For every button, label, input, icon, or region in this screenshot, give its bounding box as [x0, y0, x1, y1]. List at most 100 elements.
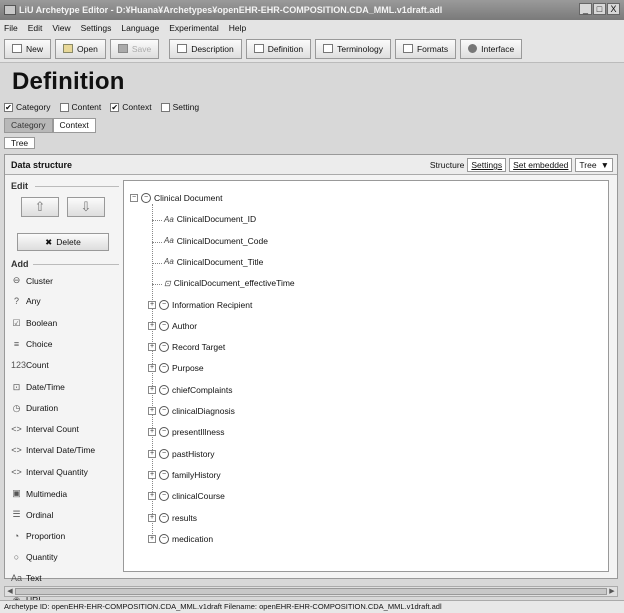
tree-cluster-node[interactable]: + − Author	[148, 320, 197, 331]
menu-experimental[interactable]: Experimental	[169, 23, 219, 33]
add-item-any[interactable]: ? Any	[11, 296, 41, 306]
tree-cluster-node[interactable]: + − familyHistory	[148, 469, 221, 480]
checkbox-setting[interactable]: Setting	[160, 102, 199, 112]
menu-language[interactable]: Language	[121, 23, 159, 33]
add-item-label: Boolean	[26, 318, 58, 329]
add-item-interval-count[interactable]: <> Interval Count	[11, 424, 79, 434]
cluster-icon: −	[159, 320, 169, 331]
add-item-ordinal[interactable]: ☰ Ordinal	[11, 509, 53, 520]
open-button[interactable]: Open	[55, 38, 106, 59]
tree-cluster-node[interactable]: + − pastHistory	[148, 448, 215, 459]
scroll-left-icon[interactable]: ◀	[5, 587, 15, 596]
add-item-label: Interval Date/Time	[26, 445, 96, 456]
tree-cluster-node[interactable]: + − Purpose	[148, 363, 204, 374]
minimize-button[interactable]: _	[579, 3, 592, 15]
close-button[interactable]: X	[607, 3, 620, 15]
add-item-cluster[interactable]: ⊖ Cluster	[11, 275, 53, 286]
view-select[interactable]: Tree ▼	[575, 158, 613, 172]
expand-icon[interactable]: +	[148, 428, 156, 437]
tree-cluster-node[interactable]: + − clinicalCourse	[148, 491, 225, 502]
maximize-button[interactable]: □	[593, 3, 606, 15]
tree-cluster-node[interactable]: + − Information Recipient	[148, 299, 252, 310]
definition-tree: − − Clinical Document Aa ClinicalDocument_ID…	[123, 180, 609, 572]
checkbox-context[interactable]: ✔ Context	[110, 102, 152, 112]
add-item-boolean[interactable]: ☑ Boolean	[11, 318, 57, 329]
terminology-button[interactable]: Terminology	[315, 38, 391, 59]
add-item-proportion[interactable]: ◔ Proportion	[11, 531, 65, 541]
add-item-label: Cluster	[26, 275, 53, 286]
menu-help[interactable]: Help	[229, 23, 246, 33]
tree-cluster-node[interactable]: + − Record Target	[148, 342, 225, 353]
tab-tree[interactable]: Tree	[4, 137, 36, 149]
expand-icon[interactable]: +	[148, 470, 156, 479]
settings-button[interactable]: Settings	[467, 158, 507, 172]
add-item-icon: ⊡	[12, 381, 21, 392]
tree-cluster-node[interactable]: + − presentIllness	[148, 427, 224, 438]
collapse-icon[interactable]: −	[130, 194, 138, 202]
page-title: Definition	[12, 68, 125, 95]
move-down-button[interactable]: ⇩	[67, 197, 105, 217]
interface-button[interactable]: Interface	[460, 38, 523, 59]
set-embedded-button[interactable]: Set embedded	[509, 158, 573, 172]
cluster-icon: −	[159, 512, 169, 523]
tree-leaf-node[interactable]: ⊡ ClinicalDocument_effectiveTime	[164, 278, 295, 288]
expand-icon[interactable]: +	[148, 364, 156, 373]
checkbox-category[interactable]: ✔ Category	[4, 102, 51, 112]
menu-file[interactable]: File	[4, 23, 18, 33]
formats-button[interactable]: Formats	[394, 38, 457, 59]
save-button[interactable]: Save	[109, 38, 160, 59]
add-item-choice[interactable]: ≡ Choice	[11, 339, 53, 349]
cluster-icon: −	[159, 342, 169, 353]
add-item-quantity[interactable]: ○ Quantity	[11, 552, 58, 562]
tree-leaf-node[interactable]: Aa ClinicalDocument_Code	[164, 236, 268, 246]
expand-icon[interactable]: +	[148, 534, 156, 543]
expand-icon[interactable]: +	[148, 513, 156, 522]
expand-icon[interactable]: +	[148, 492, 156, 501]
add-item-interval-quantity[interactable]: <> Interval Quantity	[11, 467, 88, 477]
check-icon: ✔	[110, 102, 120, 112]
add-group-label: Add	[11, 259, 29, 269]
delete-button[interactable]: ✖ Delete	[17, 233, 109, 251]
checkbox-content[interactable]: Content	[59, 102, 101, 112]
add-item-icon: ○	[13, 551, 20, 562]
toolbar: New Open Save Description Definition Ter…	[0, 35, 624, 63]
menu-settings[interactable]: Settings	[81, 23, 112, 33]
add-item-icon: ☑	[12, 317, 21, 328]
tree-cluster-node[interactable]: + − results	[148, 512, 197, 523]
add-item-text[interactable]: Aa Text	[11, 573, 42, 583]
edit-group-label: Edit	[11, 181, 28, 191]
new-button[interactable]: New	[4, 38, 52, 59]
add-item-interval-date-time[interactable]: <> Interval Date/Time	[11, 445, 95, 455]
cluster-icon: −	[159, 491, 169, 502]
tree-leaf-node[interactable]: Aa ClinicalDocument_ID	[164, 214, 256, 224]
tree-root-node[interactable]: − − Clinical Document	[130, 193, 223, 203]
expand-icon[interactable]: +	[148, 385, 156, 394]
tree-cluster-node[interactable]: + − clinicalDiagnosis	[148, 406, 235, 416]
move-up-button[interactable]: ⇧	[21, 197, 59, 217]
definition-button[interactable]: Definition	[245, 38, 312, 59]
add-item-icon: 123	[11, 360, 27, 371]
add-item-multimedia[interactable]: ▣ Multimedia	[11, 488, 67, 499]
cluster-icon: −	[159, 406, 169, 416]
menu-view[interactable]: View	[52, 23, 70, 33]
folder-icon	[63, 44, 74, 53]
expand-icon[interactable]: +	[148, 343, 156, 352]
tree-leaf-node[interactable]: Aa ClinicalDocument_Title	[164, 257, 263, 267]
expand-icon[interactable]: +	[148, 407, 156, 415]
scroll-thumb[interactable]	[15, 588, 607, 595]
tree-cluster-node[interactable]: + − medication	[148, 533, 213, 544]
add-item-duration[interactable]: ◷ Duration	[11, 402, 59, 414]
description-button[interactable]: Description	[169, 38, 242, 59]
add-item-count[interactable]: 123 Count	[11, 360, 49, 370]
tab-category[interactable]: Category	[4, 118, 53, 133]
expand-icon[interactable]: +	[148, 321, 156, 330]
scroll-right-icon[interactable]: ▶	[607, 587, 617, 596]
expand-icon[interactable]: +	[148, 449, 156, 458]
expand-icon[interactable]: +	[148, 300, 156, 309]
tab-context[interactable]: Context	[52, 118, 96, 133]
add-item-icon: ◷	[12, 402, 21, 413]
tree-cluster-node[interactable]: + − chiefComplaints	[148, 384, 232, 395]
menu-edit[interactable]: Edit	[28, 23, 43, 33]
add-item-date-time[interactable]: ⊡ Date/Time	[11, 382, 65, 393]
horizontal-scrollbar[interactable]: ◀ ▶	[4, 586, 618, 597]
